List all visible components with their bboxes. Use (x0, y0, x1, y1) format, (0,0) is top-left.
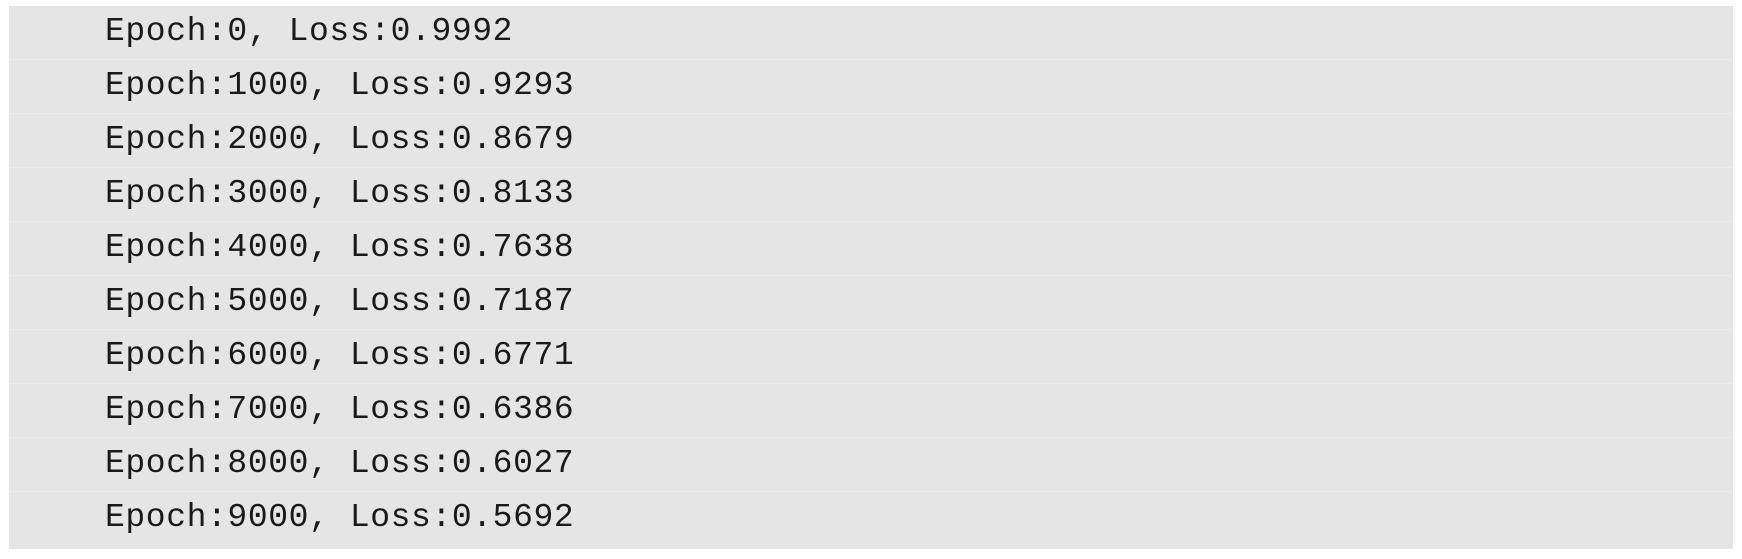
log-line: Epoch:3000, Loss:0.8133 (9, 168, 1733, 222)
log-line-text: Epoch:7000, Loss:0.6386 (105, 391, 575, 428)
log-line: Epoch:2000, Loss:0.8679 (9, 114, 1733, 168)
log-line: Epoch:9000, Loss:0.5692 (9, 492, 1733, 549)
log-line: Epoch:0, Loss:0.9992 (9, 6, 1733, 60)
log-line: Epoch:4000, Loss:0.7638 (9, 222, 1733, 276)
log-line: Epoch:1000, Loss:0.9293 (9, 60, 1733, 114)
log-line-text: Epoch:3000, Loss:0.8133 (105, 175, 575, 212)
log-line: Epoch:5000, Loss:0.7187 (9, 276, 1733, 330)
log-line: Epoch:7000, Loss:0.6386 (9, 384, 1733, 438)
log-line-text: Epoch:1000, Loss:0.9293 (105, 67, 575, 104)
log-line: Epoch:6000, Loss:0.6771 (9, 330, 1733, 384)
log-line-text: Epoch:0, Loss:0.9992 (105, 13, 514, 50)
log-line-text: Epoch:2000, Loss:0.8679 (105, 121, 575, 158)
log-line-text: Epoch:4000, Loss:0.7638 (105, 229, 575, 266)
log-line-text: Epoch:8000, Loss:0.6027 (105, 445, 575, 482)
log-line-text: Epoch:9000, Loss:0.5692 (105, 499, 575, 536)
log-line: Epoch:8000, Loss:0.6027 (9, 438, 1733, 492)
log-line-text: Epoch:5000, Loss:0.7187 (105, 283, 575, 320)
log-line-text: Epoch:6000, Loss:0.6771 (105, 337, 575, 374)
training-log-output: Epoch:0, Loss:0.9992 Epoch:1000, Loss:0.… (9, 6, 1733, 549)
